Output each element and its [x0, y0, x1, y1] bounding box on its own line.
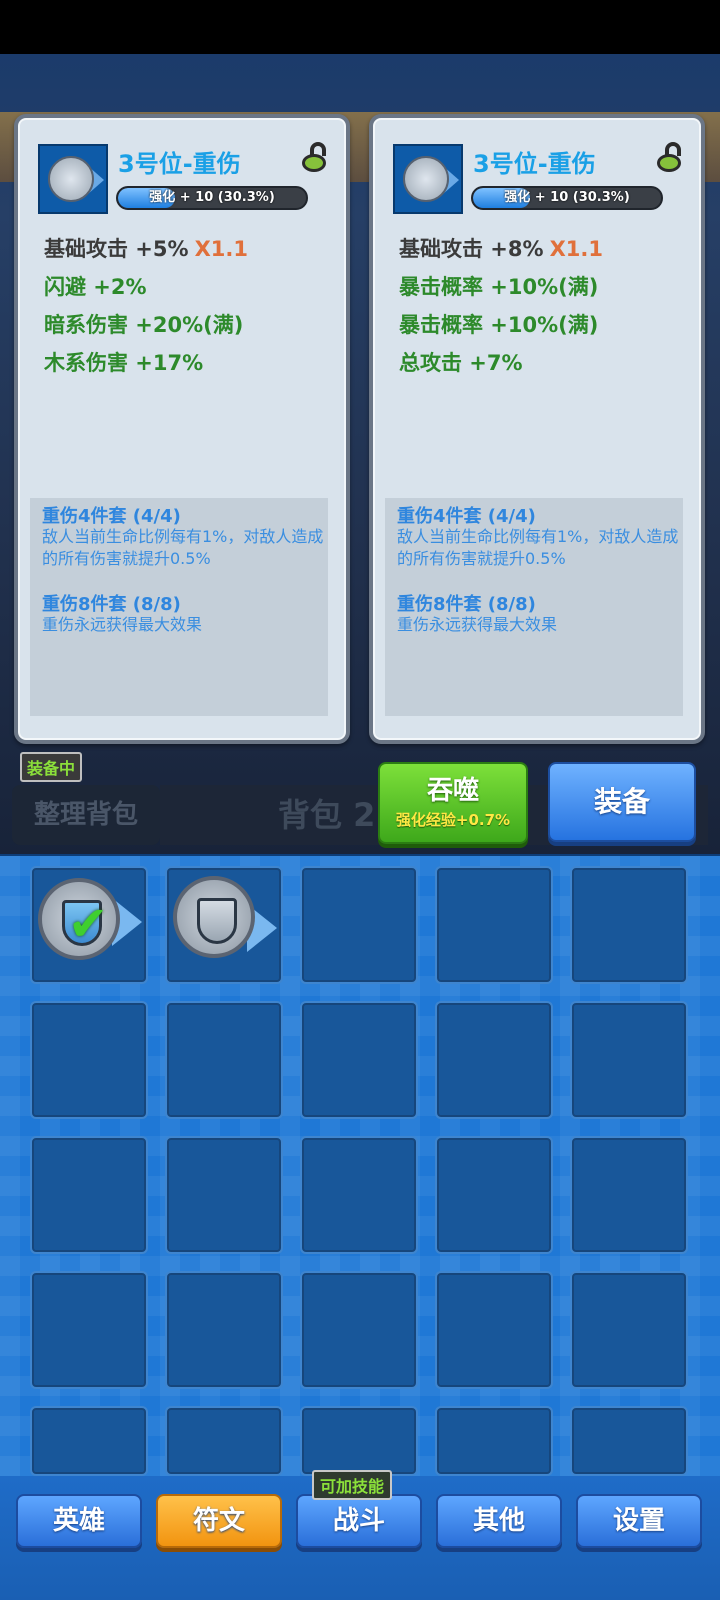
inventory-slot[interactable]	[30, 1406, 148, 1476]
inventory-slot[interactable]	[435, 1271, 553, 1389]
set4-name: 重伤4件套 (4/4)	[397, 506, 536, 527]
stat-line: 闪避 +2%	[44, 275, 147, 299]
nav-settings[interactable]: 设置	[576, 1494, 702, 1548]
nav-rune[interactable]: 符文	[156, 1494, 282, 1548]
devour-sub-label: 强化经验+0.7%	[395, 811, 511, 829]
inventory-slot[interactable]	[570, 1001, 688, 1119]
inventory-slot[interactable]	[300, 1406, 418, 1476]
enhance-progress: 强化 + 10 (30.3%)	[116, 186, 308, 210]
inventory-slot[interactable]	[435, 866, 553, 984]
inventory-slot[interactable]	[435, 1136, 553, 1254]
enhance-progress: 强化 + 10 (30.3%)	[471, 186, 663, 210]
inventory-slot[interactable]	[300, 1136, 418, 1254]
inventory-slot[interactable]	[300, 1001, 418, 1119]
enhance-progress-text: 强化 + 10 (30.3%)	[149, 190, 275, 205]
set8-desc: 重伤永远获得最大效果	[397, 615, 558, 634]
shield-rune-icon	[173, 876, 255, 958]
base-stat-text: 基础攻击 +5%	[44, 237, 189, 261]
inventory-slot[interactable]	[165, 1406, 283, 1476]
stat-list: 基础攻击 +5% X1.1 闪避 +2% 暗系伤害 +20%(满) 木系伤害 +1…	[44, 230, 248, 382]
rune-title: 3号位-重伤	[118, 150, 241, 178]
devour-label: 吞噬	[426, 776, 479, 806]
devour-button[interactable]: 吞噬 强化经验+0.7%	[378, 762, 528, 844]
stat-line: 暗系伤害 +20%(满)	[44, 313, 244, 337]
inventory-slot[interactable]: ✔	[30, 866, 148, 984]
skill-available-badge: 可加技能	[312, 1470, 393, 1500]
stat-line: 总攻击 +7%	[399, 351, 523, 375]
equipped-badge: 装备中	[20, 752, 83, 782]
set8-desc: 重伤永远获得最大效果	[42, 615, 203, 634]
set-bonus-box: 重伤4件套 (4/4) 敌人当前生命比例每有1%，对敌人造成的所有伤害就提升0.…	[30, 498, 328, 716]
inventory-slot[interactable]	[300, 1271, 418, 1389]
stat-line: 木系伤害 +17%	[44, 351, 204, 375]
inventory-slot[interactable]	[165, 1136, 283, 1254]
inventory-slot[interactable]	[570, 1136, 688, 1254]
set4-desc: 敌人当前生命比例每有1%，对敌人造成的所有伤害就提升0.5%	[42, 527, 324, 568]
rune-title: 3号位-重伤	[473, 150, 596, 178]
set8-name: 重伤8件套 (8/8)	[42, 594, 181, 615]
set4-desc: 敌人当前生命比例每有1%，对敌人造成的所有伤害就提升0.5%	[397, 527, 679, 568]
multiplier: X1.1	[549, 237, 603, 261]
inventory-slot[interactable]	[435, 1001, 553, 1119]
stat-line: 暴击概率 +10%(满)	[399, 313, 599, 337]
inventory-slot[interactable]	[570, 1406, 688, 1476]
nav-other[interactable]: 其他	[436, 1494, 562, 1548]
inventory-slot[interactable]	[30, 1271, 148, 1389]
checkmark-icon: ✔	[68, 896, 109, 952]
nav-hero[interactable]: 英雄	[16, 1494, 142, 1548]
inventory-slot[interactable]	[30, 1001, 148, 1119]
rune-icon	[38, 144, 108, 214]
rune-card-selected: 3号位-重伤 强化 + 10 (30.3%) 基础攻击 +8% X1.1 暴击概率…	[369, 114, 705, 744]
base-stat: 基础攻击 +5% X1.1	[44, 230, 248, 268]
unlocked-lock-icon[interactable]	[657, 142, 685, 172]
set4-name: 重伤4件套 (4/4)	[42, 506, 181, 527]
inventory-slot[interactable]	[165, 1001, 283, 1119]
inventory-slot[interactable]	[165, 866, 283, 984]
stat-line: 暴击概率 +10%(满)	[399, 275, 599, 299]
inventory-slot[interactable]	[570, 866, 688, 984]
set8-name: 重伤8件套 (8/8)	[397, 594, 536, 615]
bag-title: 背包 2	[278, 796, 376, 834]
inventory-slot[interactable]	[435, 1406, 553, 1476]
multiplier: X1.1	[194, 237, 248, 261]
base-stat-text: 基础攻击 +8%	[399, 237, 544, 261]
inventory-slot[interactable]	[570, 1271, 688, 1389]
unlocked-lock-icon[interactable]	[302, 142, 330, 172]
inventory-slot[interactable]	[165, 1271, 283, 1389]
enhance-progress-text: 强化 + 10 (30.3%)	[504, 190, 630, 205]
rune-icon	[393, 144, 463, 214]
status-bar	[0, 0, 720, 54]
inventory-slot[interactable]	[300, 866, 418, 984]
base-stat: 基础攻击 +8% X1.1	[399, 230, 603, 268]
inventory-slot[interactable]	[30, 1136, 148, 1254]
set-bonus-box: 重伤4件套 (4/4) 敌人当前生命比例每有1%，对敌人造成的所有伤害就提升0.…	[385, 498, 683, 716]
sort-bag-button[interactable]: 整理背包	[12, 785, 160, 845]
rune-card-equipped: 3号位-重伤 强化 + 10 (30.3%) 基础攻击 +5% X1.1 闪避 +…	[14, 114, 350, 744]
equip-button[interactable]: 装备	[548, 762, 696, 842]
stat-list: 基础攻击 +8% X1.1 暴击概率 +10%(满) 暴击概率 +10%(满) 总…	[399, 230, 603, 382]
nav-battle[interactable]: 战斗	[296, 1494, 422, 1548]
